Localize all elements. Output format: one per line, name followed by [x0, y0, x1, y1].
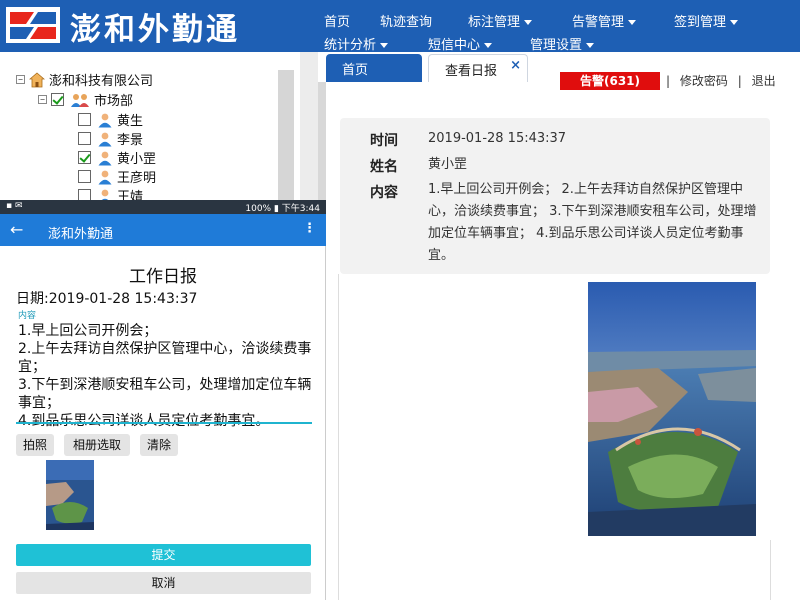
- nav-item[interactable]: 短信中心: [428, 34, 493, 53]
- content-line: 4.到品乐思公司详谈人员定位考勤事宜。: [18, 413, 270, 429]
- chevron-down-icon: [628, 20, 637, 25]
- panel-divider: [318, 82, 326, 200]
- content-line: 3.下午到深港顺安租车公司，处理增加定位车辆事宜；: [18, 377, 312, 411]
- nav-item[interactable]: 管理设置: [530, 34, 595, 53]
- member-name: 李景: [117, 133, 144, 148]
- nav-item[interactable]: 签到管理: [674, 11, 739, 30]
- person-icon: [98, 132, 112, 146]
- status-icons-right: 100% ▮ 下午3:44: [245, 204, 320, 214]
- member-checkbox[interactable]: [78, 170, 91, 183]
- chevron-down-icon: [730, 20, 739, 25]
- report-detail-card: 时间 2019-01-28 15:43:37 姓名 黄小罡 内容 1.早上回公司…: [340, 118, 770, 274]
- nav-item[interactable]: 轨迹查询: [380, 11, 432, 30]
- member-checkbox[interactable]: [78, 132, 91, 145]
- name-label: 姓名: [370, 159, 398, 175]
- collapse-toggle-icon[interactable]: −: [38, 95, 47, 104]
- tree-scrollbar[interactable]: [278, 70, 294, 200]
- content-line: 1.早上回公司开例会；: [18, 323, 158, 339]
- tree-node-company[interactable]: − 澎和科技有限公司: [16, 70, 153, 89]
- tab-label: 查看日报: [445, 64, 498, 79]
- chevron-down-icon: [484, 43, 493, 48]
- tree-node-member[interactable]: 王彦明: [78, 167, 156, 186]
- time-label: 时间: [370, 133, 398, 149]
- group-icon: [71, 93, 89, 107]
- member-name: 王彦明: [117, 171, 157, 186]
- mobile-status-bar: ▪ ✉ 100% ▮ 下午3:44: [0, 200, 326, 214]
- content-textarea[interactable]: 1.早上回公司开例会； 2.上午去拜访自然保护区管理中心，洽谈续费事宜； 3.下午到…: [18, 322, 314, 430]
- content-field-label: 内容: [18, 311, 37, 321]
- department-checkbox[interactable]: [51, 93, 64, 106]
- person-icon: [98, 113, 112, 127]
- chevron-down-icon: [586, 43, 595, 48]
- nav-item[interactable]: 标注管理: [468, 11, 533, 30]
- tree-node-member[interactable]: 黄生: [78, 110, 143, 129]
- home-icon: [29, 71, 45, 87]
- close-icon[interactable]: ×: [510, 58, 521, 73]
- album-select-button[interactable]: 相册选取: [64, 434, 130, 456]
- card-border: [338, 274, 339, 600]
- chevron-down-icon: [380, 43, 389, 48]
- alarm-badge[interactable]: 告警(631): [560, 72, 660, 90]
- logo-bar: 澎和外勤通: [0, 0, 318, 52]
- app-name: 澎和外勤通: [70, 12, 240, 48]
- chevron-down-icon: [524, 20, 533, 25]
- tree-node-department[interactable]: − 市场部: [38, 90, 133, 109]
- top-links: | 修改密码 | 退出: [666, 74, 776, 88]
- report-date: 日期:2019-01-28 15:43:37: [16, 291, 198, 307]
- person-icon: [98, 170, 112, 184]
- org-tree: − 澎和科技有限公司 − 市场部 黄生 李景 黄小罡 王彦明 王婧: [0, 52, 318, 205]
- more-menu-icon[interactable]: ⋮: [303, 221, 316, 236]
- main-nav: 首页 轨迹查询 标注管理 告警管理 签到管理 统计分析 短信中心 管理设置: [318, 0, 800, 53]
- mobile-screen: ▪ ✉ 100% ▮ 下午3:44 ← 澎和外勤通 ⋮ 工作日报 日期:2019…: [0, 200, 326, 600]
- department-name: 市场部: [94, 94, 134, 109]
- cancel-button[interactable]: 取消: [16, 572, 311, 594]
- mobile-app-bar: ← 澎和外勤通 ⋮: [0, 214, 326, 246]
- person-icon: [98, 151, 112, 165]
- content-label: 内容: [370, 185, 398, 201]
- change-password-link[interactable]: 修改密码: [680, 74, 728, 88]
- company-name: 澎和科技有限公司: [49, 74, 154, 89]
- nav-item[interactable]: 首页: [324, 11, 350, 30]
- take-photo-button[interactable]: 拍照: [16, 434, 54, 456]
- content-value: 1.早上回公司开例会； 2.上午去拜访自然保护区管理中心，洽谈续费事宜； 3.下…: [428, 182, 757, 263]
- city-aerial-photo: [588, 282, 756, 536]
- member-name: 黄小罡: [117, 152, 157, 167]
- content-line: 2.上午去拜访自然保护区管理中心，洽谈续费事宜；: [18, 341, 312, 375]
- report-heading: 工作日报: [129, 267, 197, 287]
- city-aerial-thumbnail: [46, 460, 94, 530]
- member-name: 黄生: [117, 114, 144, 129]
- status-icons-left: ▪ ✉: [6, 201, 23, 211]
- tab-home[interactable]: 首页: [326, 54, 422, 82]
- clear-button[interactable]: 清除: [140, 434, 178, 456]
- tree-node-member[interactable]: 黄小罡: [78, 148, 156, 167]
- tab-view-report[interactable]: 查看日报 ×: [428, 54, 528, 82]
- attached-photo-thumbnail[interactable]: [46, 460, 94, 530]
- collapse-toggle-icon[interactable]: −: [16, 75, 25, 84]
- textarea-underline: [16, 422, 312, 424]
- mobile-app-title: 澎和外勤通: [48, 227, 114, 242]
- nav-item[interactable]: 告警管理: [572, 11, 637, 30]
- card-border: [770, 540, 771, 600]
- report-photo-large[interactable]: [588, 282, 756, 536]
- brand-logo-icon: [6, 7, 60, 43]
- tree-scrollbar-track[interactable]: [300, 52, 318, 200]
- member-checkbox[interactable]: [78, 151, 91, 164]
- logout-link[interactable]: 退出: [752, 74, 776, 88]
- back-arrow-icon[interactable]: ←: [10, 220, 23, 239]
- screenshot-root: 澎和外勤通 首页 轨迹查询 标注管理 告警管理 签到管理 统计分析 短信中心 管理设置 − …: [0, 0, 800, 600]
- submit-button[interactable]: 提交: [16, 544, 311, 566]
- member-checkbox[interactable]: [78, 113, 91, 126]
- tree-node-member[interactable]: 李景: [78, 129, 143, 148]
- time-value: 2019-01-28 15:43:37: [428, 131, 567, 146]
- name-value: 黄小罡: [428, 157, 468, 172]
- nav-item[interactable]: 统计分析: [324, 34, 389, 53]
